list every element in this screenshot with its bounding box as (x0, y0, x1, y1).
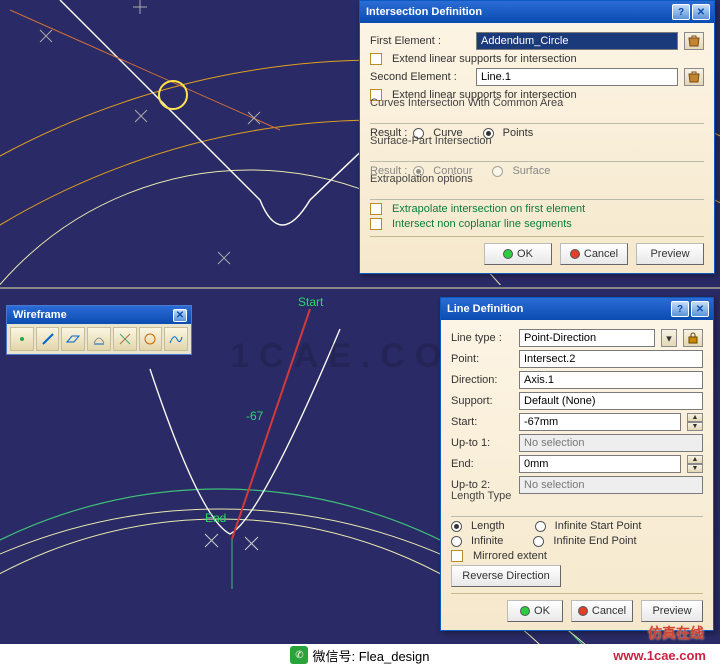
end-marker: End (205, 511, 226, 525)
redband: 仿真在线 (0, 622, 720, 644)
close-button[interactable]: ✕ (691, 301, 709, 317)
linetype-label: Line type : (451, 332, 513, 344)
length-radio[interactable] (451, 521, 462, 532)
upto2-field[interactable]: No selection (519, 476, 703, 494)
mirrored-label: Mirrored extent (473, 550, 547, 562)
cancel-dot-icon (570, 249, 580, 259)
start-spin-up[interactable]: ▲ (687, 413, 703, 422)
plane-tool[interactable] (61, 327, 85, 351)
preview-label: Preview (652, 605, 691, 617)
line-definition-dialog: Line Definition ? ✕ Line type : Point-Di… (440, 297, 714, 631)
ok-label: OK (534, 605, 550, 617)
infstart-label: Infinite Start Point (555, 520, 642, 532)
intersection-definition-dialog: Intersection Definition ? ✕ First Elemen… (359, 0, 715, 274)
surface-group-label: Surface-Part Intersection (370, 135, 496, 147)
ok-button[interactable]: OK (507, 600, 563, 622)
footer: ✆ 微信号: Flea_design www.1cae.com (0, 644, 720, 666)
cancel-dot-icon (578, 606, 588, 616)
end-label: End: (451, 458, 513, 470)
infinite-radio[interactable] (451, 536, 462, 547)
start-spin-down[interactable]: ▼ (687, 422, 703, 431)
footer-url: www.1cae.com (613, 648, 706, 663)
dialog-title: Intersection Definition (364, 6, 670, 18)
preview-button[interactable]: Preview (636, 243, 704, 265)
ok-dot-icon (503, 249, 513, 259)
first-element-field[interactable]: Addendum_Circle (476, 32, 678, 50)
length-label: Length (471, 520, 505, 532)
wireframe-toolbar: Wireframe ✕ (6, 305, 192, 355)
dialog-title: Line Definition (445, 303, 669, 315)
second-element-label: Second Element : (370, 71, 470, 83)
point-label: Point: (451, 353, 513, 365)
surface-label: Surface (512, 165, 550, 177)
titlebar[interactable]: Intersection Definition ? ✕ (360, 1, 714, 23)
upto1-label: Up-to 1: (451, 437, 513, 449)
wechat-label: 微信号: Flea_design (312, 646, 429, 665)
project-tool[interactable] (87, 327, 111, 351)
direction-label: Direction: (451, 374, 513, 386)
end-spin-down[interactable]: ▼ (687, 464, 703, 473)
point-tool[interactable] (10, 327, 34, 351)
end-spin-up[interactable]: ▲ (687, 455, 703, 464)
cancel-button[interactable]: Cancel (560, 243, 628, 265)
linetype-lock-icon[interactable] (683, 329, 703, 347)
noncoplanar-label: Intersect non coplanar line segments (392, 218, 572, 230)
toolbar-title: Wireframe (11, 309, 171, 321)
second-element-field[interactable]: Line.1 (476, 68, 678, 86)
wechat-icon: ✆ (290, 646, 308, 664)
line-tool[interactable] (36, 327, 60, 351)
start-label: Start: (451, 416, 513, 428)
support-field[interactable]: Default (None) (519, 392, 703, 410)
linetype-dropdown-button[interactable]: ▾ (661, 329, 677, 347)
reverse-direction-button[interactable]: Reverse Direction (451, 565, 561, 587)
cancel-label: Cancel (584, 248, 618, 260)
preview-label: Preview (650, 248, 689, 260)
help-button[interactable]: ? (672, 4, 690, 20)
spline-tool[interactable] (164, 327, 188, 351)
extend1-checkbox[interactable] (370, 53, 382, 65)
point-field[interactable]: Intersect.2 (519, 350, 703, 368)
extrap-first-label: Extrapolate intersection on first elemen… (392, 203, 585, 215)
upto1-field[interactable]: No selection (519, 434, 703, 452)
bag-icon[interactable] (684, 32, 704, 50)
first-element-label: First Element : (370, 35, 470, 47)
infend-radio[interactable] (533, 536, 544, 547)
reverse-label: Reverse Direction (462, 570, 549, 582)
titlebar[interactable]: Line Definition ? ✕ (441, 298, 713, 320)
ok-label: OK (517, 248, 533, 260)
start-field[interactable]: -67mm (519, 413, 681, 431)
extrap-first-checkbox[interactable] (370, 203, 382, 215)
support-label: Support: (451, 395, 513, 407)
selection-highlight (158, 80, 188, 110)
intersect-tool[interactable] (113, 327, 137, 351)
lengthtype-group-label: Length Type (451, 490, 515, 502)
surface-radio (492, 166, 503, 177)
noncoplanar-checkbox[interactable] (370, 218, 382, 230)
dim-label: -67 (246, 409, 263, 423)
end-field[interactable]: 0mm (519, 455, 681, 473)
start-marker: Start (298, 295, 323, 309)
toolbar-close-button[interactable]: ✕ (173, 309, 187, 322)
mirrored-checkbox[interactable] (451, 550, 463, 562)
extend1-label: Extend linear supports for intersection (392, 53, 577, 65)
help-button[interactable]: ? (671, 301, 689, 317)
toolbar-titlebar[interactable]: Wireframe ✕ (7, 306, 191, 324)
direction-field[interactable]: Axis.1 (519, 371, 703, 389)
curves-group-label: Curves Intersection With Common Area (370, 97, 567, 109)
infstart-radio[interactable] (535, 521, 546, 532)
ok-button[interactable]: OK (484, 243, 552, 265)
ok-dot-icon (520, 606, 530, 616)
infend-label: Infinite End Point (553, 535, 636, 547)
linetype-combo[interactable]: Point-Direction (519, 329, 655, 347)
bag-icon[interactable] (684, 68, 704, 86)
cancel-button[interactable]: Cancel (571, 600, 633, 622)
infinite-label: Infinite (471, 535, 503, 547)
circle-tool[interactable] (139, 327, 163, 351)
preview-button[interactable]: Preview (641, 600, 703, 622)
cancel-label: Cancel (592, 605, 626, 617)
points-label: Points (503, 127, 534, 139)
close-button[interactable]: ✕ (692, 4, 710, 20)
extrap-group-label: Extrapolation options (370, 173, 477, 185)
